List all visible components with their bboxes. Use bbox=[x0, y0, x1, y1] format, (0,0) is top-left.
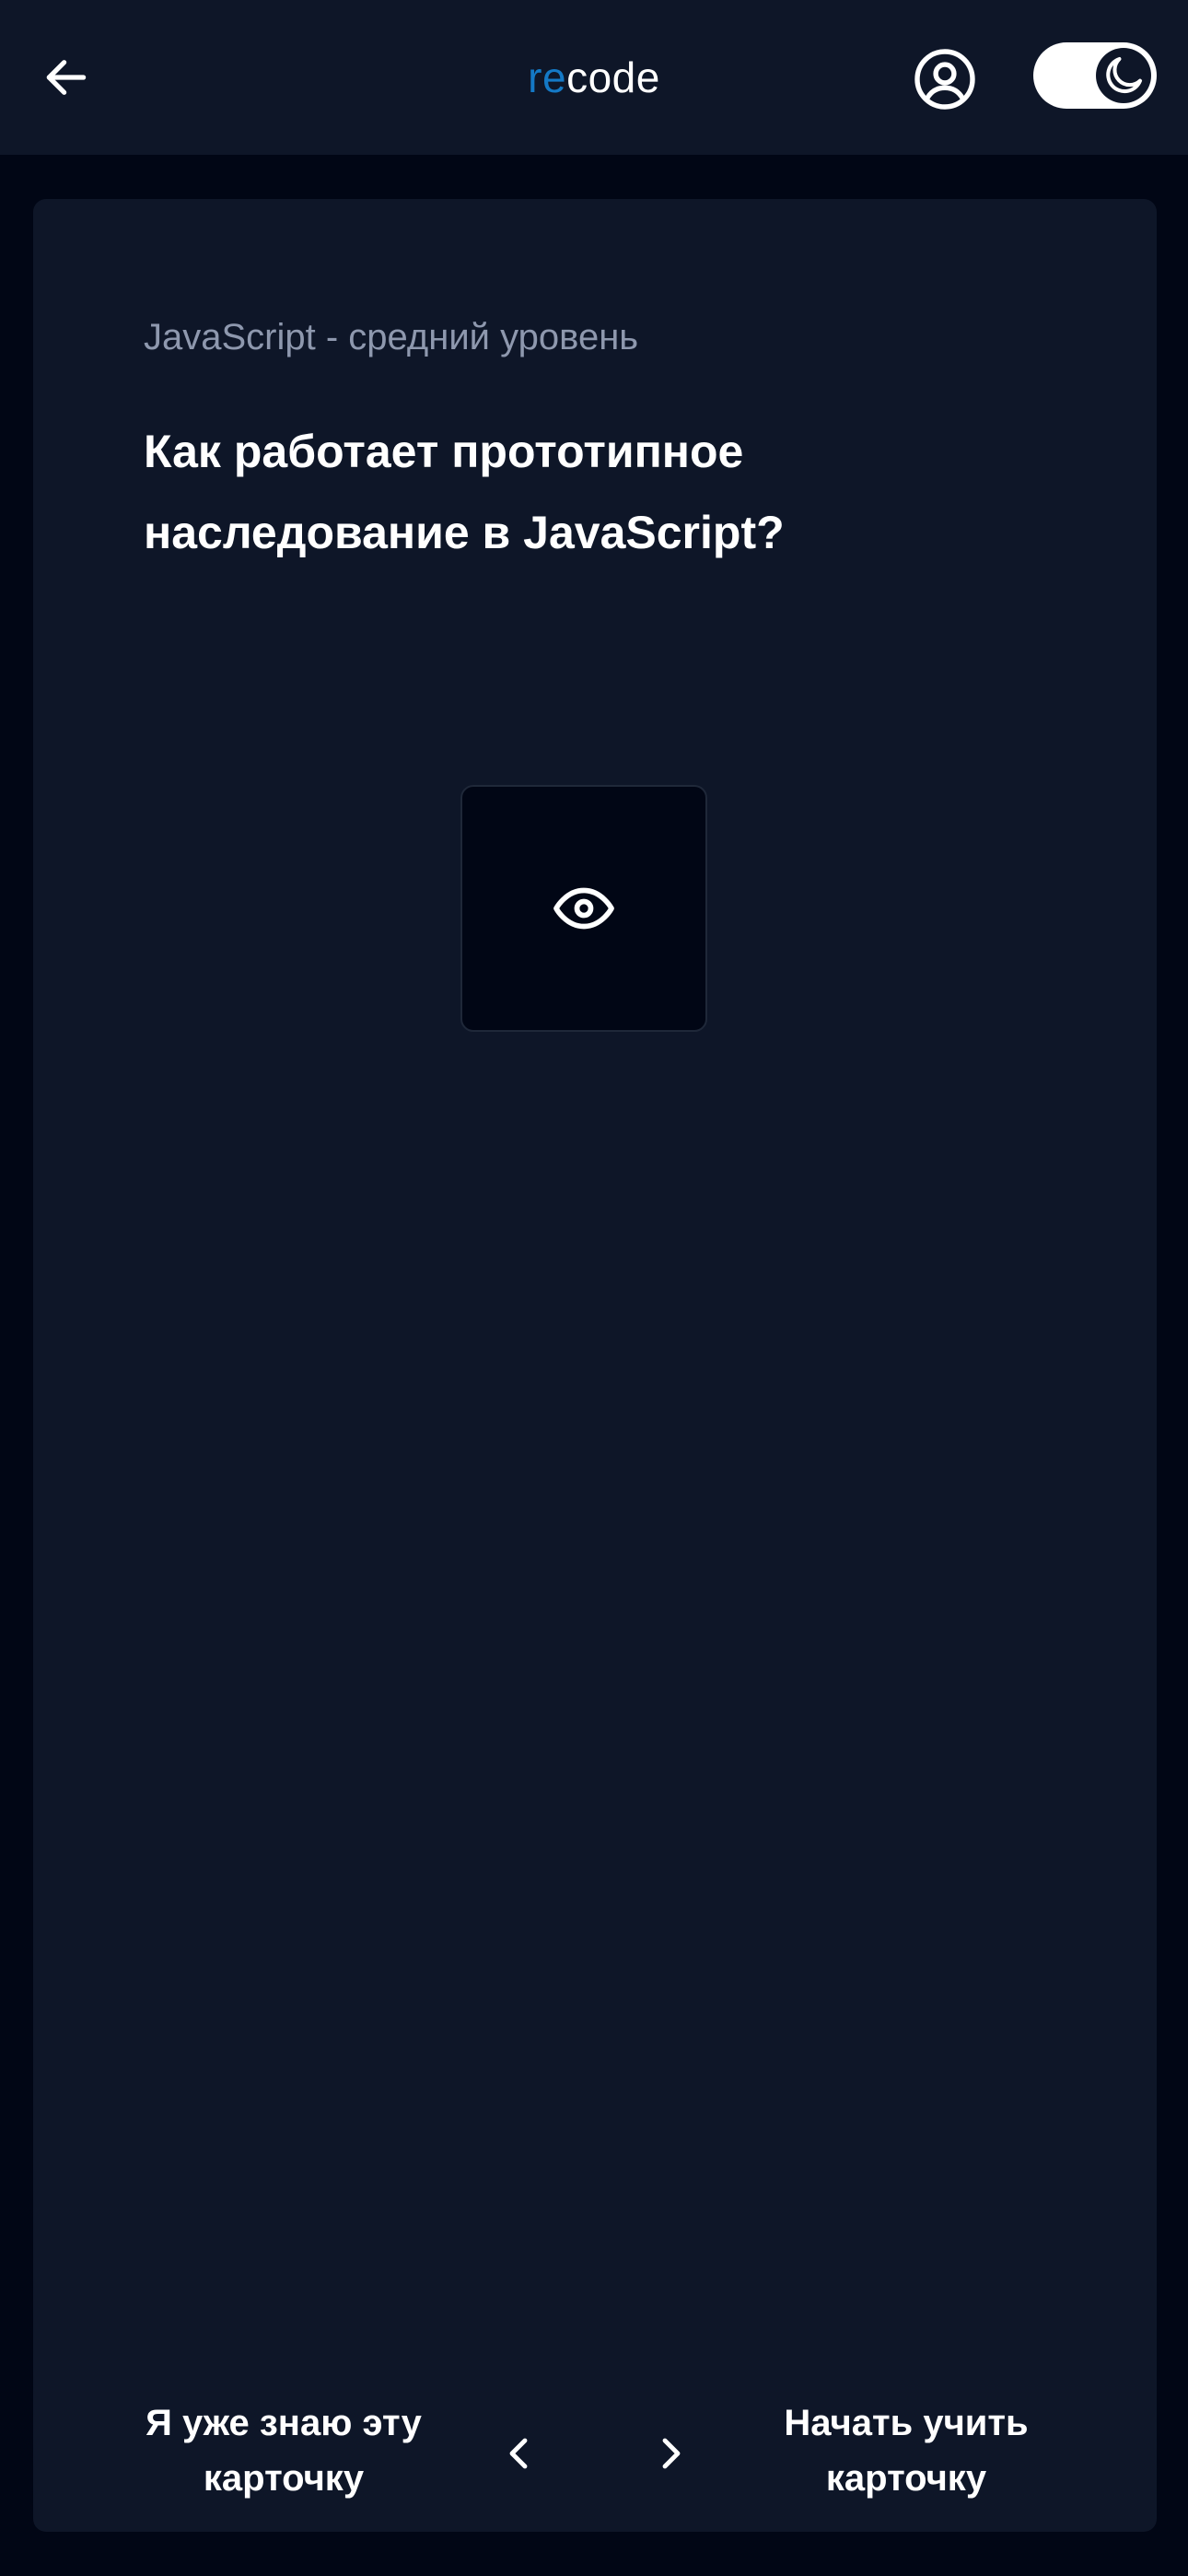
theme-toggle[interactable] bbox=[1033, 42, 1157, 109]
profile-button[interactable] bbox=[910, 44, 980, 114]
eye-icon bbox=[553, 887, 614, 930]
card-category: JavaScript - средний уровень bbox=[144, 317, 639, 357]
previous-card-button[interactable] bbox=[483, 2412, 556, 2495]
card-question: Как работает прототипное наследование в … bbox=[144, 426, 785, 558]
chevron-left-icon bbox=[509, 2438, 528, 2469]
logo-text: code bbox=[566, 53, 660, 101]
logo-accent: re bbox=[528, 53, 567, 101]
app-header: re code bbox=[0, 0, 1188, 155]
flashcard: JavaScript - средний уровень Как работае… bbox=[33, 199, 1157, 2532]
already-known-button[interactable]: Я уже знаю эту карточку bbox=[127, 2395, 440, 2506]
moon-icon bbox=[1106, 56, 1143, 94]
user-circle-icon bbox=[914, 49, 975, 110]
app-logo: re code bbox=[0, 0, 1188, 155]
next-card-button[interactable] bbox=[634, 2412, 707, 2495]
reveal-answer-button[interactable] bbox=[460, 785, 707, 1032]
toggle-knob bbox=[1096, 48, 1151, 103]
start-learning-button[interactable]: Начать учить карточку bbox=[750, 2395, 1063, 2506]
chevron-right-icon bbox=[662, 2438, 681, 2469]
